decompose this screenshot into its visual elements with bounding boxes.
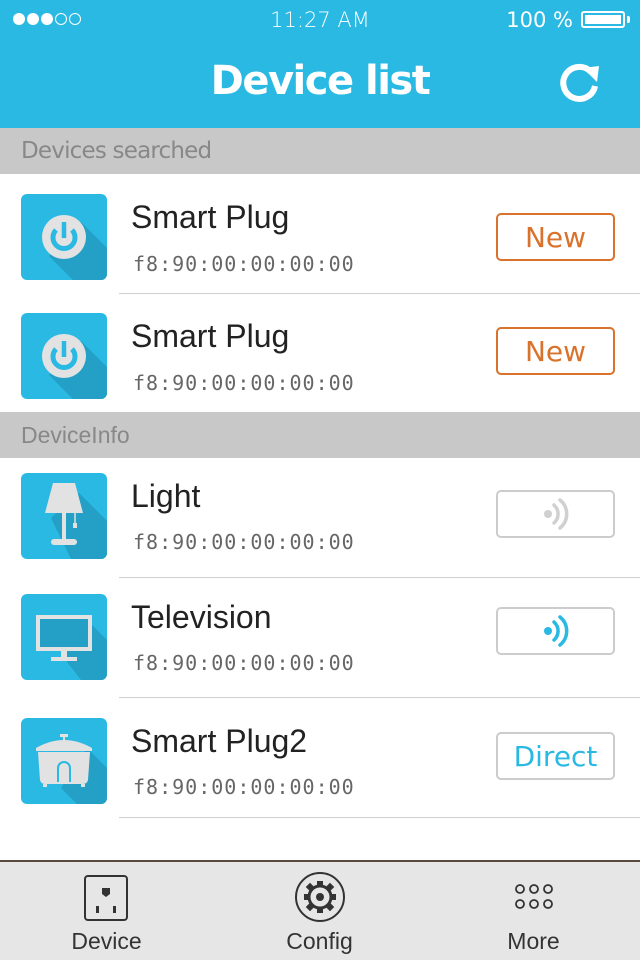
more-dots-icon bbox=[515, 884, 553, 909]
page-title: Device list bbox=[210, 58, 431, 104]
lamp-icon bbox=[21, 473, 107, 559]
direct-button[interactable]: Direct bbox=[496, 732, 615, 780]
wifi-signal-icon bbox=[543, 615, 568, 647]
battery-percent: 100 % bbox=[506, 8, 573, 32]
signal-button-inactive[interactable] bbox=[496, 490, 615, 538]
device-mac: f8:90:00:00:00:00 bbox=[133, 371, 355, 395]
wifi-signal-icon bbox=[543, 498, 568, 530]
device-mac: f8:90:00:00:00:00 bbox=[133, 530, 355, 554]
refresh-button[interactable] bbox=[557, 60, 603, 106]
tab-more[interactable]: More bbox=[427, 862, 640, 960]
row-divider bbox=[119, 816, 640, 818]
device-row[interactable]: Light f8:90:00:00:00:00 bbox=[0, 458, 640, 578]
tab-label: More bbox=[507, 928, 560, 954]
tab-label: Config bbox=[286, 928, 353, 954]
tab-device[interactable]: Device bbox=[0, 862, 213, 960]
device-mac: f8:90:00:00:00:00 bbox=[133, 252, 355, 276]
device-mac: f8:90:00:00:00:00 bbox=[133, 651, 355, 675]
device-name: Smart Plug bbox=[131, 199, 290, 235]
device-row[interactable]: Smart Plug f8:90:00:00:00:00 New bbox=[0, 174, 640, 294]
section-header-device-info: DeviceInfo bbox=[0, 412, 640, 458]
tab-label: Device bbox=[71, 928, 142, 954]
refresh-icon bbox=[560, 63, 599, 102]
device-name: Television bbox=[131, 599, 272, 635]
battery-icon bbox=[581, 11, 625, 28]
navigation-header: 11:27 AM 100 % Device list bbox=[0, 0, 640, 128]
power-icon bbox=[21, 313, 107, 399]
tab-config[interactable]: Config bbox=[213, 862, 426, 960]
device-name: Smart Plug bbox=[131, 318, 290, 354]
television-icon bbox=[21, 594, 107, 680]
new-button[interactable]: New bbox=[496, 327, 615, 375]
battery-tip bbox=[627, 16, 630, 23]
device-mac: f8:90:00:00:00:00 bbox=[133, 775, 355, 799]
rice-cooker-icon bbox=[21, 718, 107, 804]
status-bar: 11:27 AM 100 % bbox=[0, 0, 640, 40]
power-icon bbox=[21, 194, 107, 280]
device-row[interactable]: Television f8:90:00:00:00:00 bbox=[0, 578, 640, 698]
device-row[interactable]: Smart Plug2 f8:90:00:00:00:00 Direct bbox=[0, 698, 640, 818]
tab-bar: Device Config More bbox=[0, 860, 640, 960]
signal-button-active[interactable] bbox=[496, 607, 615, 655]
device-row[interactable]: Smart Plug f8:90:00:00:00:00 New bbox=[0, 294, 640, 412]
new-button[interactable]: New bbox=[496, 213, 615, 261]
device-name: Light bbox=[131, 478, 201, 514]
gear-icon bbox=[295, 872, 345, 922]
section-header-devices-searched: Devices searched bbox=[0, 128, 640, 174]
device-name: Smart Plug2 bbox=[131, 723, 308, 759]
outlet-icon bbox=[84, 875, 128, 921]
